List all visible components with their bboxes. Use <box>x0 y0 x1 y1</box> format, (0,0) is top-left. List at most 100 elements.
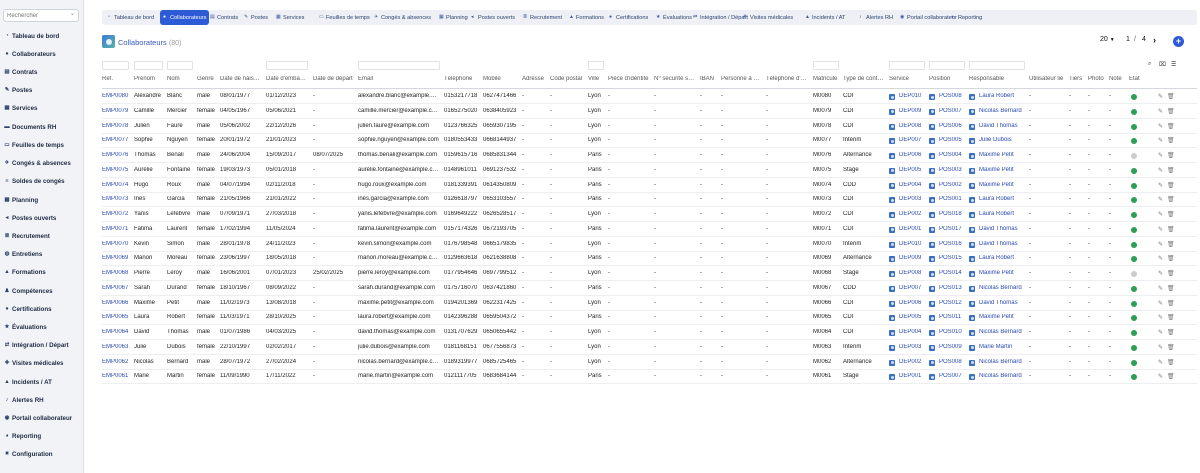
sidebar-item[interactable]: ▤ Contrats <box>4 66 37 78</box>
column-header[interactable]: Utilisateur lié <box>1029 76 1067 82</box>
column-header[interactable]: Responsable <box>969 76 1027 82</box>
cell-service[interactable]: DEP004 <box>899 182 927 188</box>
cell-service[interactable]: DEP002 <box>899 359 927 365</box>
cell-responsable[interactable]: Nicolas Bernard <box>979 359 1027 365</box>
cell-position[interactable]: POS002 <box>939 182 967 188</box>
column-header[interactable]: Date de nais… <box>220 76 264 82</box>
column-filter-input[interactable] <box>813 61 839 70</box>
sidebar-item[interactable]: ✈ Congés & absences <box>4 157 71 169</box>
delete-icon[interactable]: 🗑 <box>1167 167 1175 174</box>
cell-position[interactable]: POS015 <box>939 255 967 261</box>
edit-icon[interactable]: ✎ <box>1158 211 1163 218</box>
next-page-icon[interactable]: › <box>1153 35 1156 45</box>
delete-icon[interactable]: 🗑 <box>1167 196 1175 203</box>
cell-responsable[interactable]: Nicolas Bernard <box>979 108 1027 114</box>
column-header[interactable]: Réf. <box>102 76 131 82</box>
search-input[interactable] <box>3 9 79 22</box>
delete-icon[interactable]: 🗑 <box>1167 329 1175 336</box>
cell-service[interactable]: DEP010 <box>899 93 927 99</box>
cell-position[interactable]: POS016 <box>939 241 967 247</box>
delete-icon[interactable]: 🗑 <box>1167 226 1175 233</box>
sidebar-item[interactable]: ♪ Alertes RH <box>4 394 44 406</box>
column-header[interactable]: Tiers <box>1069 76 1086 82</box>
tab[interactable]: ▤ Contrats <box>207 10 241 25</box>
column-header[interactable]: Position <box>929 76 967 82</box>
column-header[interactable]: Date de départ <box>313 76 356 82</box>
tab[interactable]: ≣ Recrutement <box>520 10 565 25</box>
column-header[interactable]: Personne à … <box>721 76 764 82</box>
edit-icon[interactable]: ✎ <box>1158 167 1163 174</box>
column-filter-input[interactable] <box>167 61 193 70</box>
cell-service[interactable]: DEP001 <box>899 226 927 232</box>
edit-icon[interactable]: ✎ <box>1158 329 1163 336</box>
tab[interactable]: ▲ Incidents / AT <box>802 10 848 25</box>
cell-ref[interactable]: EMP0078 <box>102 123 130 129</box>
sidebar-item[interactable]: ▦ Planning <box>4 194 38 206</box>
column-header[interactable]: Email <box>358 76 442 82</box>
cell-service[interactable]: DEP009 <box>899 255 927 261</box>
sidebar-item[interactable]: ◂ Postes ouverts <box>4 212 57 224</box>
sidebar-item[interactable]: ◉ Portail collaborateur <box>4 412 73 424</box>
column-header[interactable]: Genre <box>197 76 218 82</box>
sidebar-item[interactable]: ≣ Recrutement <box>4 230 50 242</box>
cell-position[interactable]: POS007 <box>939 108 967 114</box>
cell-ref[interactable]: EMP0073 <box>102 196 130 202</box>
cell-ref[interactable]: EMP0075 <box>102 167 130 173</box>
cell-responsable[interactable]: Maxime Petit <box>979 167 1027 173</box>
cell-service[interactable]: DEP003 <box>899 344 927 350</box>
edit-icon[interactable]: ✎ <box>1158 108 1163 115</box>
tab[interactable]: ▲ Formations <box>566 10 607 25</box>
column-header[interactable]: Nom <box>167 76 195 82</box>
tab[interactable]: ● Certifications <box>606 10 651 25</box>
cell-service[interactable]: DEP008 <box>899 123 927 129</box>
cell-service[interactable]: DEP004 <box>899 329 927 335</box>
cell-service[interactable]: DEP003 <box>899 196 927 202</box>
cell-service[interactable]: DEP006 <box>899 300 927 306</box>
cell-service[interactable]: DEP007 <box>899 137 927 143</box>
page-size-select[interactable]: 20 ▼ <box>1100 36 1120 43</box>
cell-service[interactable]: DEP002 <box>899 211 927 217</box>
tab[interactable]: ✎ Postes <box>241 10 271 25</box>
cell-position[interactable]: POS009 <box>939 344 967 350</box>
column-header[interactable]: Téléphone d'… <box>766 76 811 82</box>
sidebar-item[interactable]: ⇄ Intégration / Départ <box>4 339 69 351</box>
delete-icon[interactable]: 🗑 <box>1167 241 1175 248</box>
cell-position[interactable]: POS008 <box>939 359 967 365</box>
edit-icon[interactable]: ✎ <box>1158 137 1163 144</box>
cell-responsable[interactable]: David Thomas <box>979 123 1027 129</box>
sidebar-item[interactable]: ★ Évaluations <box>4 321 47 333</box>
cell-service[interactable]: DEP008 <box>899 270 927 276</box>
cell-ref[interactable]: EMP0074 <box>102 182 130 188</box>
cell-responsable[interactable]: Maxime Petit <box>979 270 1027 276</box>
delete-icon[interactable]: 🗑 <box>1167 344 1175 351</box>
cell-position[interactable]: POS001 <box>939 196 967 202</box>
column-header[interactable]: Adresse <box>522 76 548 82</box>
cell-ref[interactable]: EMP0077 <box>102 137 130 143</box>
tab[interactable]: ♪ Alertes RH <box>856 10 896 25</box>
column-filter-input[interactable] <box>134 61 163 70</box>
edit-icon[interactable]: ✎ <box>1158 241 1163 248</box>
delete-icon[interactable]: 🗑 <box>1167 285 1175 292</box>
cell-ref[interactable]: EMP0063 <box>102 344 130 350</box>
cell-responsable[interactable]: David Thomas <box>979 226 1027 232</box>
cell-position[interactable]: POS007 <box>939 373 967 379</box>
cell-responsable[interactable]: Laura Robert <box>979 211 1027 217</box>
cell-position[interactable]: POS003 <box>939 167 967 173</box>
edit-icon[interactable]: ✎ <box>1158 373 1163 380</box>
cell-service[interactable]: DEP001 <box>899 373 927 379</box>
column-filter-input[interactable] <box>358 61 440 70</box>
cell-ref[interactable]: EMP0071 <box>102 226 130 232</box>
edit-icon[interactable]: ✎ <box>1158 300 1163 307</box>
edit-icon[interactable]: ✎ <box>1158 270 1163 277</box>
cell-responsable[interactable]: Nicolas Bernard <box>979 329 1027 335</box>
edit-icon[interactable]: ✎ <box>1158 182 1163 189</box>
cell-ref[interactable]: EMP0062 <box>102 359 130 365</box>
column-filter-input[interactable] <box>969 61 1025 70</box>
cell-ref[interactable]: EMP0072 <box>102 211 130 217</box>
tab[interactable]: ◔ Tableau de bord <box>104 10 157 25</box>
edit-icon[interactable]: ✎ <box>1158 285 1163 292</box>
sidebar-item[interactable]: ▦ Services <box>4 102 37 114</box>
cell-service[interactable]: DEP010 <box>899 241 927 247</box>
delete-icon[interactable]: 🗑 <box>1167 300 1175 307</box>
tab[interactable]: ◕ Reporting <box>948 10 985 25</box>
